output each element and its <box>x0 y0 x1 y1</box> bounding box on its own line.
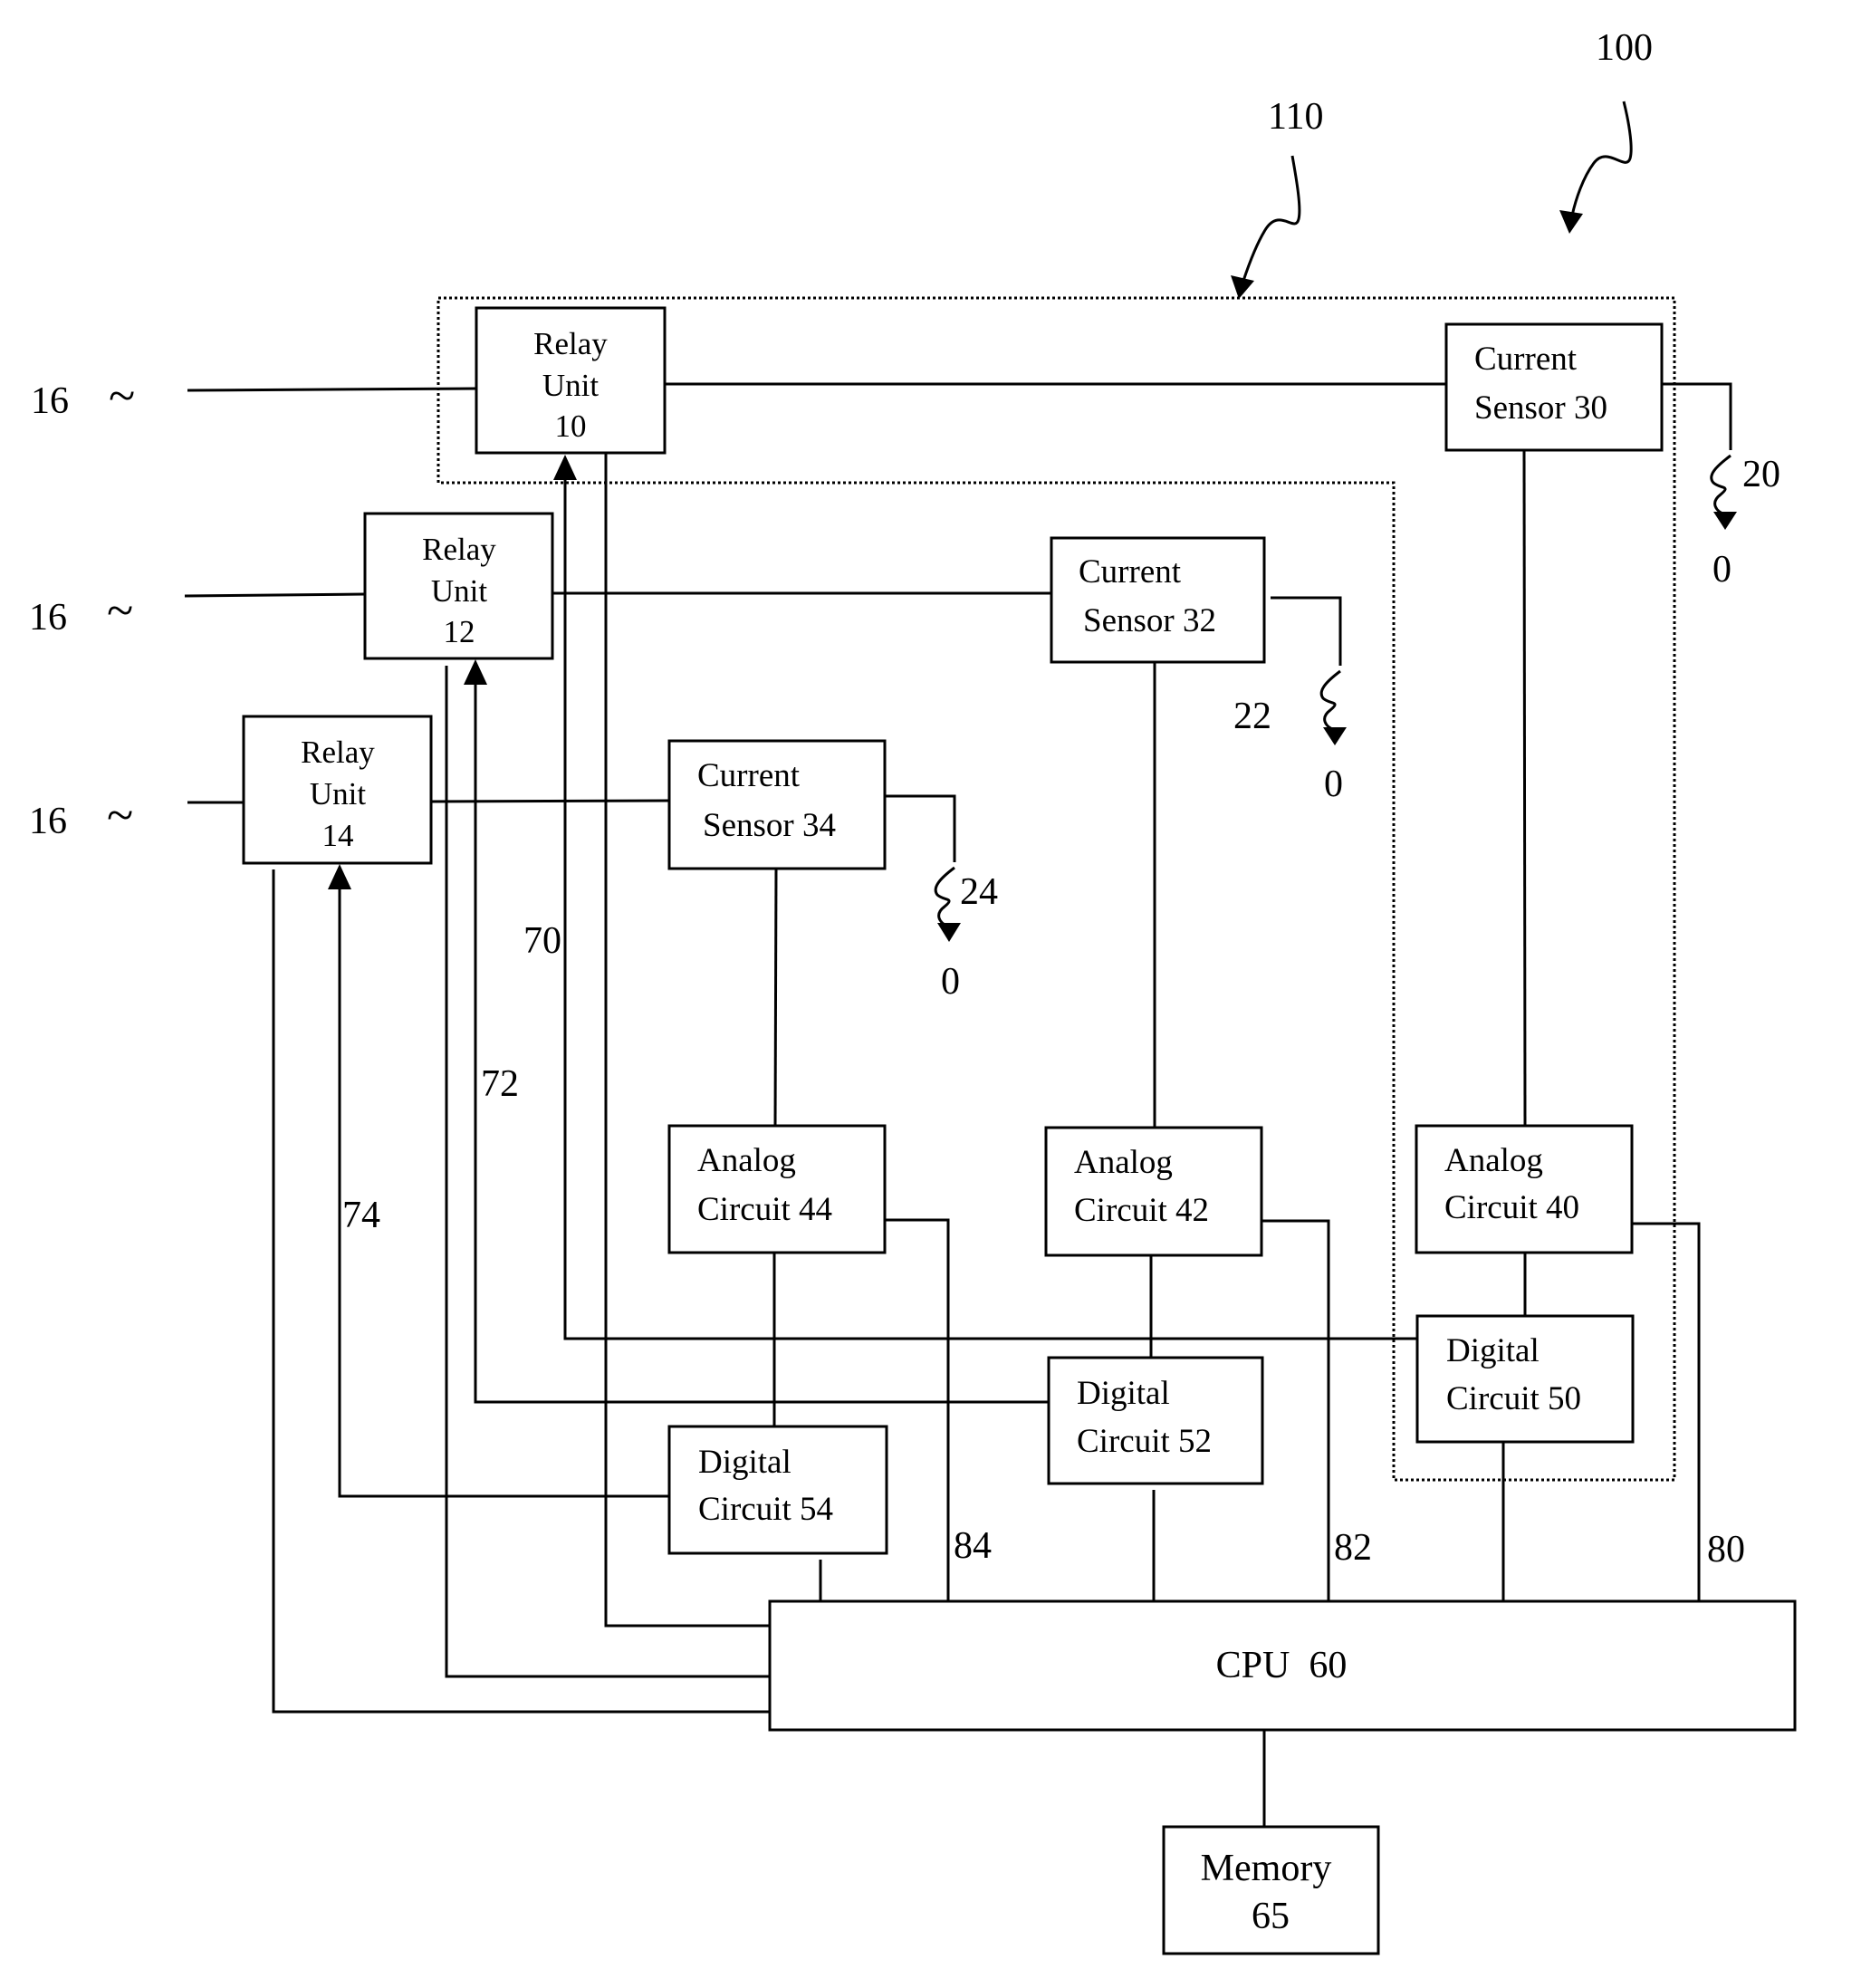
wire-sensor34-analog44 <box>773 868 778 1127</box>
wire-relay14-sensor34 <box>430 799 670 803</box>
signal-line-label-84: 84 <box>954 1525 992 1567</box>
ground-arrow-icon <box>937 923 961 942</box>
digital-label: Digital <box>698 1444 791 1481</box>
wire-analog42-cpu-82 <box>1261 1219 1330 1601</box>
wire-input-a <box>187 387 477 392</box>
analog-circuit-40: Analog Circuit 40 <box>1415 1124 1634 1254</box>
load-20: 20 0 <box>1662 382 1780 591</box>
analog-label: Analog <box>1444 1142 1543 1179</box>
digital-label: Circuit 52 <box>1077 1423 1212 1460</box>
signal-line-label-82: 82 <box>1334 1527 1372 1569</box>
arrowhead-icon <box>464 659 487 685</box>
memory-number: 65 <box>1252 1896 1290 1937</box>
control-line-label-74: 74 <box>342 1195 380 1236</box>
analog-label: Circuit 40 <box>1444 1189 1579 1226</box>
relay-number: 12 <box>444 614 475 649</box>
wire-analog40-cpu-80 <box>1632 1222 1701 1601</box>
wire-input-b <box>184 592 366 598</box>
block-diagram: 100 110 16 ~ 16 ~ 16 ~ 20 0 22 0 24 0 80… <box>29 27 1797 1955</box>
wire-sensor30-analog40 <box>1522 449 1527 1127</box>
input-16-c: 16 ~ <box>29 788 133 842</box>
ac-source-icon: ~ <box>107 788 133 842</box>
memory-65: Memory 65 <box>1162 1825 1380 1955</box>
wire-analog44-cpu-84 <box>885 1218 950 1601</box>
input-ref-label: 16 <box>29 597 67 639</box>
signal-line-label-80: 80 <box>1707 1529 1745 1570</box>
ref-label-110: 110 <box>1268 96 1323 138</box>
load-ref-label: 20 <box>1742 454 1780 495</box>
relay-label: Relay <box>301 735 375 770</box>
arrowhead-icon <box>328 864 351 889</box>
arrowhead-icon <box>1559 210 1583 234</box>
cpu-label: CPU 60 <box>1216 1645 1348 1686</box>
input-16-b: 16 ~ <box>29 583 133 639</box>
digital-circuit-52: Digital Circuit 52 <box>1047 1356 1264 1485</box>
memory-label: Memory <box>1201 1848 1332 1889</box>
digital-circuit-50: Digital Circuit 50 <box>1415 1314 1635 1444</box>
relay-label: Unit <box>431 573 488 609</box>
sensor-label: Sensor 32 <box>1083 602 1216 639</box>
arrowhead-icon <box>1231 275 1254 299</box>
ref-pointer-100: 100 <box>1559 27 1653 234</box>
sensor-label: Current <box>1474 341 1578 378</box>
input-ref-label: 16 <box>29 801 67 842</box>
relay-unit-10: Relay Unit 10 <box>475 306 667 455</box>
analog-label: Analog <box>1074 1144 1173 1181</box>
current-sensor-34: Current Sensor 34 <box>667 739 887 870</box>
load-ref-label: 24 <box>960 871 998 913</box>
digital-circuit-54: Digital Circuit 54 <box>667 1425 888 1555</box>
sensor-label: Current <box>1079 553 1182 591</box>
ground-label: 0 <box>941 961 960 1003</box>
ground-label: 0 <box>1712 549 1731 591</box>
relay-number: 10 <box>555 408 587 444</box>
relay-unit-12: Relay Unit 12 <box>363 512 554 660</box>
control-line-label-70: 70 <box>523 920 561 962</box>
ground-arrow-icon <box>1713 512 1737 530</box>
current-sensor-30: Current Sensor 30 <box>1444 322 1664 452</box>
relay-unit-14: Relay Unit 14 <box>242 715 433 865</box>
ground-label: 0 <box>1324 764 1343 805</box>
current-sensor-32: Current Sensor 32 <box>1050 536 1266 664</box>
digital-label: Circuit 50 <box>1446 1380 1581 1417</box>
relay-label: Relay <box>533 326 608 361</box>
sensor-label: Sensor 30 <box>1474 389 1607 427</box>
input-16-a: 16 ~ <box>31 369 135 423</box>
analog-circuit-44: Analog Circuit 44 <box>667 1124 887 1254</box>
arrowhead-icon <box>553 455 577 480</box>
analog-label: Circuit 44 <box>697 1191 832 1228</box>
digital-label: Digital <box>1446 1332 1540 1369</box>
digital-label: Digital <box>1077 1375 1170 1412</box>
analog-circuit-42: Analog Circuit 42 <box>1044 1126 1263 1257</box>
wire-relay14-cpu <box>272 869 770 1714</box>
relay-number: 14 <box>322 818 354 853</box>
module-boundary-110 <box>436 296 1676 1482</box>
ref-pointer-110: 110 <box>1231 96 1323 299</box>
digital-label: Circuit 54 <box>698 1491 833 1528</box>
sensor-label: Sensor 34 <box>703 807 836 844</box>
load-ref-label: 22 <box>1233 696 1271 737</box>
sensor-label: Current <box>697 757 801 794</box>
ac-source-icon: ~ <box>109 369 135 423</box>
input-ref-label: 16 <box>31 380 69 422</box>
ground-arrow-icon <box>1323 727 1347 745</box>
relay-label: Unit <box>542 368 600 403</box>
relay-label: Relay <box>422 532 496 567</box>
analog-label: Circuit 42 <box>1074 1192 1209 1229</box>
analog-label: Analog <box>697 1142 796 1179</box>
cpu-60: CPU 60 <box>768 1599 1797 1732</box>
wire-digital54-relay14-74 <box>338 882 669 1498</box>
ac-source-icon: ~ <box>107 583 133 638</box>
ref-label-100: 100 <box>1596 27 1653 69</box>
relay-label: Unit <box>310 776 367 812</box>
control-line-label-72: 72 <box>481 1063 519 1105</box>
load-24: 24 0 <box>885 794 998 1003</box>
